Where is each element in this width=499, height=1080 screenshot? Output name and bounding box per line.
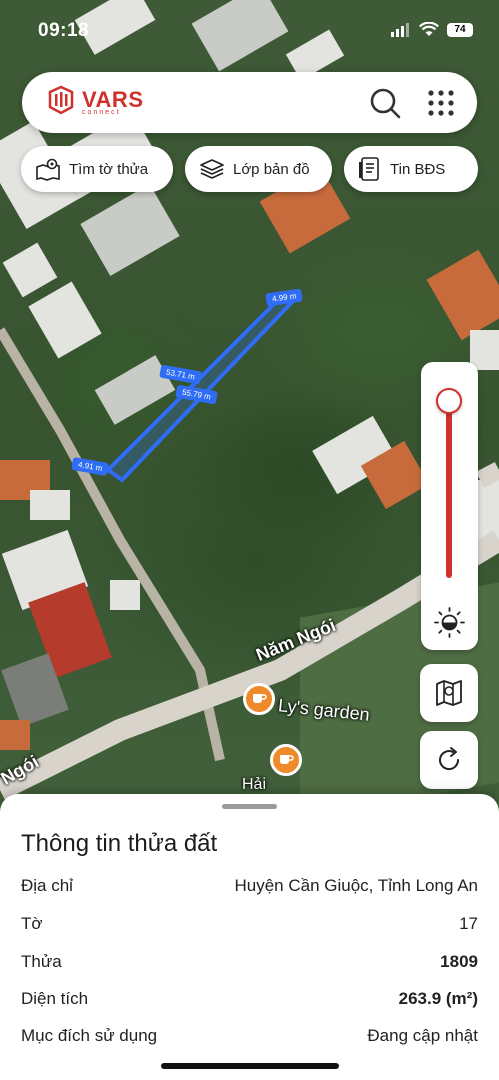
info-row-area: Diện tích 263.9 (m²) <box>21 989 478 1009</box>
header-bar: VARS connect <box>22 72 477 133</box>
road <box>475 462 499 488</box>
battery-icon: 74 <box>447 22 473 37</box>
info-row-land-use: Mục đích sử dụng Đang cập nhật <box>21 1026 478 1046</box>
opacity-slider-fill <box>446 401 452 578</box>
info-value: 263.9 (m²) <box>398 989 478 1008</box>
info-label: Địa chỉ <box>21 876 73 895</box>
find-parcel-button[interactable]: Tìm tờ thửa <box>21 146 173 192</box>
signal-icon <box>391 22 409 37</box>
map-pin-icon <box>36 158 60 181</box>
info-label: Mục đích sử dụng <box>21 1026 158 1045</box>
opacity-slider-thumb[interactable] <box>436 388 462 415</box>
info-label: Thửa <box>21 952 62 971</box>
opacity-slider-panel <box>421 362 478 650</box>
info-label: Tờ <box>21 914 43 933</box>
layers-icon <box>200 159 224 179</box>
grid-icon[interactable] <box>426 88 456 118</box>
document-icon <box>359 157 379 181</box>
opacity-slider-track[interactable] <box>446 392 452 578</box>
info-value: 1809 <box>440 952 478 971</box>
logo-subtext: connect <box>82 109 121 116</box>
info-row-parcel: Thửa 1809 <box>21 952 478 972</box>
info-row-address: Địa chỉ Huyện Cần Giuộc, Tỉnh Long An <box>21 876 478 896</box>
search-icon[interactable] <box>368 86 402 120</box>
status-time: 09:18 <box>38 20 90 41</box>
info-value: Đang cập nhật <box>367 1026 478 1045</box>
info-row-sheet: Tờ 17 <box>21 914 478 934</box>
map-search-icon <box>436 680 462 706</box>
parcel-info-sheet: Thông tin thửa đất Địa chỉ Huyện Cần Giu… <box>0 794 499 1080</box>
refresh-button[interactable] <box>420 731 478 789</box>
battery-level: 74 <box>454 24 466 35</box>
cafe-poi-icon[interactable] <box>270 744 302 776</box>
cafe-poi-icon[interactable] <box>243 683 275 715</box>
real-estate-news-button[interactable]: Tin BĐS <box>344 146 478 192</box>
sheet-drag-handle[interactable] <box>222 804 277 809</box>
map-search-button[interactable] <box>420 664 478 722</box>
info-label: Diện tích <box>21 989 89 1008</box>
logo-mark-icon <box>48 85 74 115</box>
chip-label: Tìm tờ thửa <box>69 160 149 178</box>
map-layers-button[interactable]: Lớp bản đồ <box>185 146 332 192</box>
brightness-icon <box>434 607 465 638</box>
wifi-icon <box>419 22 439 36</box>
logo-text: VARS <box>82 87 144 112</box>
refresh-icon <box>439 747 460 771</box>
info-value: 17 <box>459 914 478 933</box>
sheet-title: Thông tin thửa đất <box>21 830 218 857</box>
home-indicator[interactable] <box>161 1063 339 1069</box>
status-icons: 74 <box>391 22 473 37</box>
chip-label: Tin BĐS <box>390 160 446 178</box>
chip-label: Lớp bản đồ <box>233 160 310 178</box>
vars-logo[interactable]: VARS connect <box>46 85 144 116</box>
poi-label[interactable]: Hải <box>242 776 266 794</box>
info-value: Huyện Cần Giuộc, Tỉnh Long An <box>234 876 478 895</box>
